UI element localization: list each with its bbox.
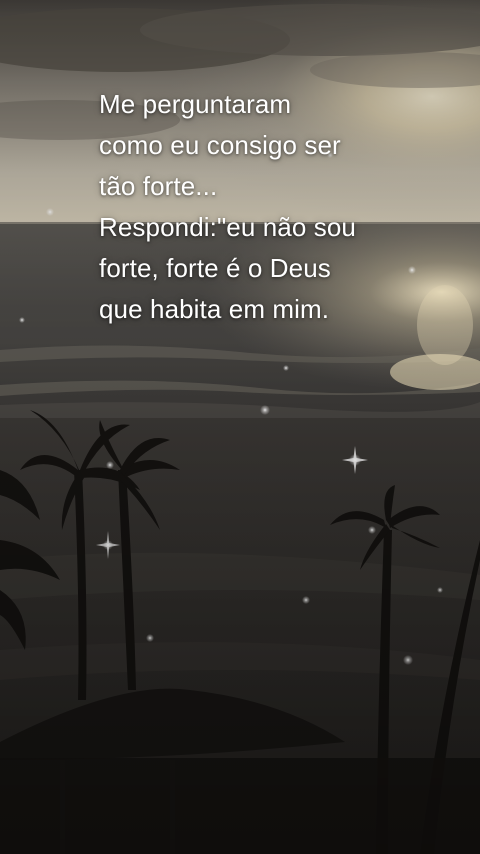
quote-line: Me perguntaram — [99, 89, 292, 119]
quote-line: Respondi:"eu não sou — [99, 212, 356, 242]
quote-line: que habita em mim. — [99, 294, 330, 324]
quote-text: Me perguntaram como eu consigo ser tão f… — [99, 84, 459, 330]
quote-line: forte, forte é o Deus — [99, 253, 331, 283]
quote-line: tão forte... — [99, 171, 218, 201]
photo-background: Me perguntaram como eu consigo ser tão f… — [0, 0, 480, 854]
quote-line: como eu consigo ser — [99, 130, 341, 160]
